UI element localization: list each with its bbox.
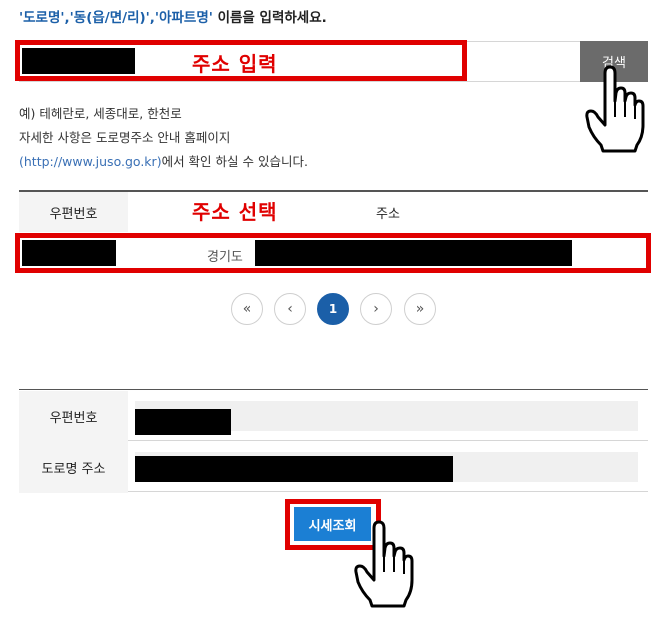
- address-input-annotation: 주소 입력: [192, 52, 278, 76]
- road-address-value-redacted: [135, 456, 453, 482]
- help-example: 예) 테헤란로, 세종대로, 한천로: [19, 106, 182, 121]
- prev-page-button[interactable]: ‹: [274, 293, 306, 325]
- search-instruction: '도로명','동(읍/면/리)','아파트명' 이름을 입력하세요.: [19, 6, 327, 26]
- pointing-hand-icon: [354, 520, 414, 608]
- result-row-highlight: [15, 233, 651, 273]
- instruction-keywords: '도로명','동(읍/면/리)','아파트명': [19, 10, 213, 26]
- first-page-button[interactable]: «: [231, 293, 263, 325]
- zip-label: 우편번호: [19, 391, 128, 442]
- column-header-zip: 우편번호: [19, 192, 128, 232]
- page-1-button[interactable]: 1: [317, 293, 349, 325]
- zip-value-redacted: [135, 409, 231, 435]
- last-page-button[interactable]: »: [404, 293, 436, 325]
- instruction-text: 이름을 입력하세요.: [212, 10, 327, 26]
- juso-homepage-link[interactable]: (http://www.juso.go.kr): [19, 154, 162, 169]
- address-select-annotation: 주소 선택: [192, 200, 278, 224]
- help-link-line: (http://www.juso.go.kr)에서 확인 하실 수 있습니다.: [19, 151, 308, 170]
- help-link-suffix: 에서 확인 하실 수 있습니다.: [161, 154, 308, 169]
- help-description: 자세한 사항은 도로명주소 안내 홈페이지: [19, 130, 231, 145]
- next-page-button[interactable]: ›: [360, 293, 392, 325]
- road-address-label: 도로명 주소: [19, 442, 128, 493]
- pointing-hand-icon: [585, 65, 645, 153]
